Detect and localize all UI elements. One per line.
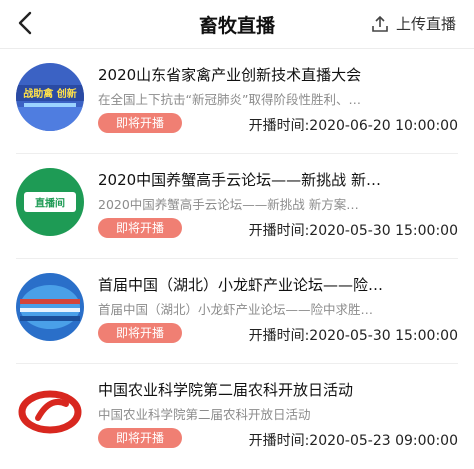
live-list-item[interactable]: 中国农业科学院第二届农科开放日活动 中国农业科学院第二届农科开放日活动 即将开播… [0,364,474,469]
live-list-item[interactable]: 战助禽 创新 2020山东省家禽产业创新技术直播大会 在全国上下抗击“新冠肺炎”… [0,49,474,154]
upload-icon [372,15,388,32]
upload-live-button[interactable]: 上传直播 [371,13,456,34]
start-time: 开播时间:2020-05-23 09:00:00 [249,430,458,450]
upload-live-label: 上传直播 [395,15,456,33]
crayfish-forum-thumbnail [16,273,84,341]
start-time-label: 开播时间: [248,328,310,344]
start-time-label: 开播时间: [248,118,310,134]
crab-forum-thumbnail: 直播间 [16,168,84,236]
start-time: 开播时间:2020-06-20 10:00:00 [249,115,458,135]
status-badge: 即将开播 [98,323,182,343]
caas-open-day-thumbnail [16,378,84,446]
start-time-value: 2020-06-20 10:00:00 [309,118,458,134]
status-badge: 即将开播 [98,428,182,448]
status-badge: 即将开播 [98,218,182,238]
thumbnail-caption: 直播间 [35,197,65,210]
start-time: 开播时间:2020-05-30 15:00:00 [249,220,458,240]
live-list-item[interactable]: 首届中国（湖北）小龙虾产业论坛——险… 首届中国（湖北）小龙虾产业论坛——险中求… [0,259,474,364]
start-time: 开播时间:2020-05-30 15:00:00 [249,325,458,345]
live-title: 首届中国（湖北）小龙虾产业论坛——险… [98,276,384,294]
live-description: 在全国上下抗击“新冠肺炎”取得阶段性胜利、… [98,92,361,107]
status-badge: 即将开播 [98,113,182,133]
start-time-value: 2020-05-30 15:00:00 [309,328,458,344]
start-time-value: 2020-05-23 09:00:00 [309,433,458,449]
start-time-label: 开播时间: [248,433,310,449]
start-time-value: 2020-05-30 15:00:00 [309,223,458,239]
live-title: 2020山东省家禽产业创新技术直播大会 [98,66,362,84]
live-description: 首届中国（湖北）小龙虾产业论坛——险中求胜… [98,302,374,317]
live-description: 中国农业科学院第二届农科开放日活动 [98,407,311,422]
live-list-item[interactable]: 直播间 2020中国养蟹高手云论坛——新挑战 新… 2020中国养蟹高手云论坛—… [0,154,474,259]
live-title: 中国农业科学院第二届农科开放日活动 [98,381,354,399]
start-time-label: 开播时间: [248,223,310,239]
live-description: 2020中国养蟹高手云论坛——新挑战 新方案… [98,197,359,212]
top-bar: 畜牧直播 上传直播 [0,0,474,48]
thumbnail-caption: 战助禽 创新 [23,87,76,100]
poultry-conference-thumbnail: 战助禽 创新 [16,63,84,131]
live-title: 2020中国养蟹高手云论坛——新挑战 新… [98,171,381,189]
